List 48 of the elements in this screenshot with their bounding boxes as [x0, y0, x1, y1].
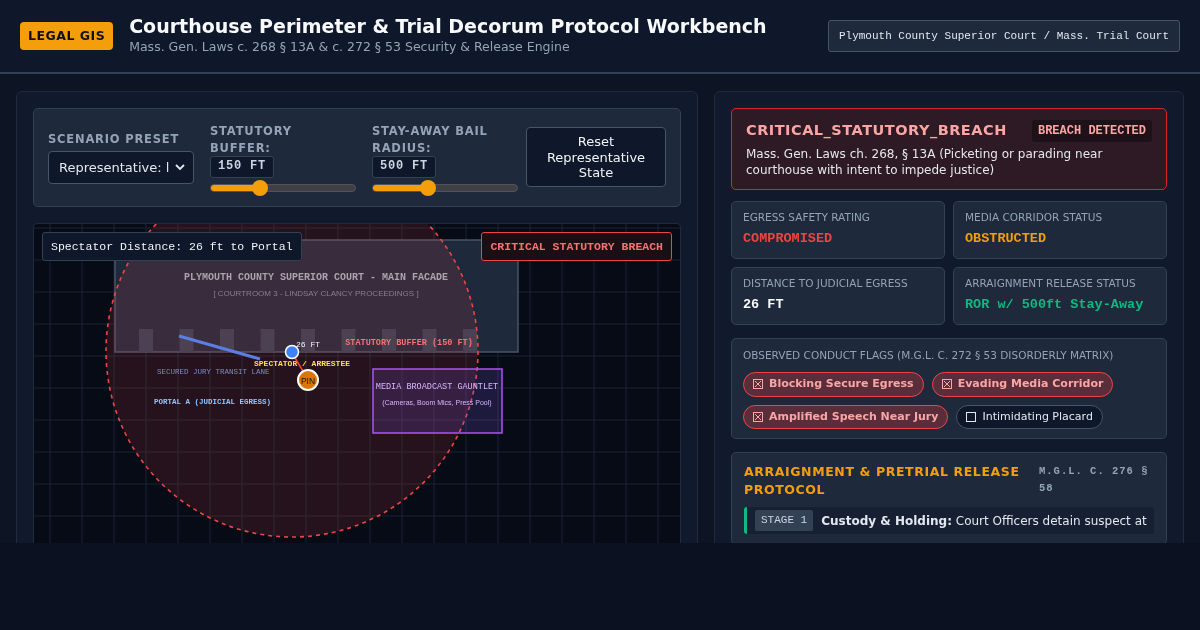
app-badge: LEGAL GIS: [20, 21, 114, 51]
stage-text: Custody & Holding: Court Officers detain suspect at: [821, 512, 1147, 530]
checked-box-icon: [753, 411, 763, 422]
flags-title: OBSERVED CONDUCT FLAGS (M.G.L. C. 272 § 53 DISORDERLY MATRIX): [743, 348, 1115, 364]
slider-label: STAY-AWAY BAIL RADIUS:: [372, 123, 489, 157]
metric-label: DISTANCE TO JUDICIAL EGRESS: [743, 276, 909, 292]
distance-label: 26 FT: [296, 339, 320, 349]
protocol-citation: M.G.L. C. 276 § 58: [1039, 464, 1150, 496]
reset-button[interactable]: Reset Representative State: [526, 127, 666, 188]
app-subtitle: Mass. Gen. Laws c. 268 § 13A & c. 272 § 53 Security & Release Engine: [129, 38, 571, 56]
slider-reading: 500 FT: [372, 156, 436, 178]
map-canvas[interactable]: [33, 222, 681, 543]
checked-box-icon: [753, 379, 763, 390]
checkbox-icon: [966, 411, 977, 422]
breach-tag: BREACH DETECTED: [1031, 120, 1152, 142]
distance-readout: Spectator Distance: 26 ft to Portal: [42, 231, 302, 261]
caret-icon: [175, 164, 185, 172]
breach-alert: CRITICAL STATUTORY BREACH: [481, 231, 672, 261]
conduct-flag[interactable]: Amplified Speech Near Jury: [743, 404, 949, 430]
protocol-title: ARRAIGNMENT & PRETRIAL RELEASE PROTOCOL: [744, 463, 1021, 500]
building-subtitle: [ COURTROOM 3 - LINDSAY CLANCY PROCEEDINGS ]: [213, 288, 419, 298]
metric-label: ARRAIGNMENT RELEASE STATUS: [965, 276, 1137, 292]
building-title: PLYMOUTH COUNTY SUPERIOR COURT - MAIN FACADE: [184, 271, 448, 283]
media-title: MEDIA BROADCAST GAUNTLET: [375, 381, 499, 392]
slider-label: STATUTORY BUFFER:: [210, 123, 293, 157]
stage-badge: STAGE 1: [755, 510, 814, 531]
metric-label: EGRESS SAFETY RATING: [743, 210, 871, 226]
metric-value: COMPROMISED: [743, 230, 834, 249]
slider-thumb[interactable]: [251, 179, 268, 196]
breach-code: CRITICAL_STATUTORY_BREACH: [746, 121, 1007, 141]
spectator-label: SPECTATOR / ARRESTEE: [254, 358, 350, 368]
preset-label: SCENARIO PRESET: [48, 130, 181, 148]
spectator-pin: PIN: [297, 368, 319, 391]
app-title: Courthouse Perimeter & Trial Decorum Protocol Workbench: [129, 15, 767, 38]
metric-value: ROR w/ 500ft Stay-Away: [965, 296, 1145, 315]
preset-select[interactable]: Representative: l: [48, 151, 194, 185]
slider-thumb[interactable]: [419, 179, 436, 196]
jurisdiction-label: Plymouth County Superior Court / Mass. Trial Court: [827, 19, 1180, 53]
conduct-flag[interactable]: Evading Media Corridor: [931, 372, 1114, 397]
checked-box-icon: [941, 379, 952, 390]
buffer-label: STATUTORY BUFFER (150 FT): [345, 337, 473, 348]
breach-description: Mass. Gen. Laws ch. 268, § 13A (Picketing or parading near courthouse with intent to impede justice): [746, 146, 1104, 179]
slider-reading: 150 FT: [210, 156, 274, 178]
conduct-flag[interactable]: Intimidating Placard: [956, 404, 1103, 430]
metric-label: MEDIA CORRIDOR STATUS: [965, 210, 1104, 226]
conduct-flag[interactable]: Blocking Secure Egress: [743, 372, 924, 397]
metric-value: 26 FT: [743, 296, 785, 315]
metric-value: OBSTRUCTED: [965, 230, 1047, 249]
